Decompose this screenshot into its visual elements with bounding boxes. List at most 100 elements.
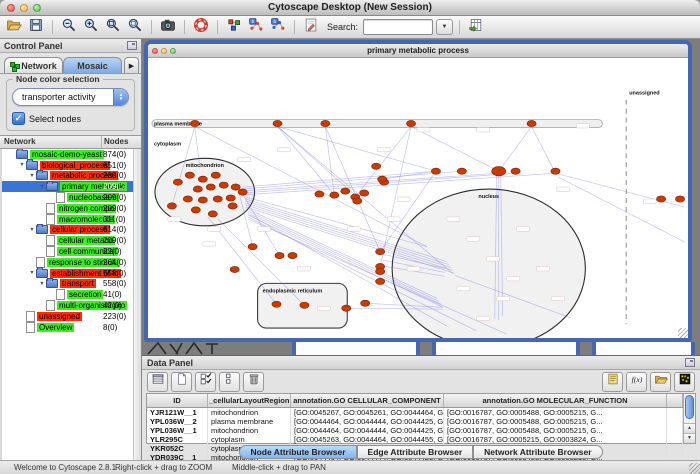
network-node[interactable] xyxy=(330,192,339,198)
tree-item-nucleobase-c[interactable]: nucleobase-c209(0) xyxy=(2,192,141,203)
network-node[interactable] xyxy=(361,300,370,306)
zoom-selected-button[interactable] xyxy=(125,18,145,36)
tree-item-overview[interactable]: Overview8(0) xyxy=(2,322,141,333)
tree-item-mosaic-demo-yeast[interactable]: mosaic-demo-yeast874(0) xyxy=(2,149,141,160)
network-node[interactable] xyxy=(288,252,297,258)
zoom-out-button[interactable] xyxy=(59,18,79,36)
scroll-down-arrow[interactable]: ▼ xyxy=(684,433,695,443)
tab-mosaic[interactable]: Mosaic xyxy=(63,57,122,73)
network-node[interactable] xyxy=(211,172,220,178)
tree-item-cellular-process[interactable]: ▼cellular process614(0) xyxy=(2,225,141,236)
matrix-button[interactable] xyxy=(674,372,695,392)
table-scrollbar[interactable]: ▲ ▼ xyxy=(683,394,695,443)
network-node[interactable] xyxy=(321,120,330,126)
network-node[interactable] xyxy=(657,196,666,202)
tree-item-multi-organism-pro[interactable]: multi-organism pro42(0) xyxy=(2,300,141,311)
column-header[interactable]: ID xyxy=(147,394,208,408)
network-window-titlebar[interactable]: primary metabolic process xyxy=(148,44,688,58)
zoom-in-button[interactable] xyxy=(81,18,101,36)
expand-arrow-icon[interactable]: ▼ xyxy=(38,184,46,190)
network-node[interactable] xyxy=(208,211,217,217)
network-node[interactable] xyxy=(226,195,235,201)
annotation-button[interactable] xyxy=(301,18,321,36)
network-node[interactable] xyxy=(275,252,284,258)
tree-item-cellular-metabo[interactable]: cellular metabo209(0) xyxy=(2,235,141,246)
search-input[interactable] xyxy=(363,19,433,35)
save-session-button[interactable] xyxy=(26,18,46,36)
notes-button[interactable] xyxy=(602,372,623,392)
tree-item-biological-process[interactable]: ▼biological_process651(0) xyxy=(2,160,141,171)
select-attributes-button[interactable] xyxy=(195,372,216,392)
help-button[interactable] xyxy=(191,18,211,36)
network-node[interactable] xyxy=(191,207,200,213)
background-window-fragment[interactable] xyxy=(432,342,580,355)
tab-edge-attribute-browser[interactable]: Edge Attribute Browser xyxy=(357,445,474,459)
network-node[interactable] xyxy=(492,166,506,175)
network-node[interactable] xyxy=(193,186,202,192)
tree-item-unassigned[interactable]: unassigned223(0) xyxy=(2,311,141,322)
layout-edges-button[interactable]: b xyxy=(268,18,288,36)
column-nodes[interactable]: Nodes xyxy=(102,136,141,148)
network-node[interactable] xyxy=(206,184,215,190)
tab-network[interactable]: Network xyxy=(4,57,63,73)
network-node[interactable] xyxy=(219,182,228,188)
network-node[interactable] xyxy=(228,203,237,209)
expand-arrow-icon[interactable]: ▼ xyxy=(18,162,26,168)
network-node[interactable] xyxy=(238,189,247,195)
scrollbar-thumb[interactable] xyxy=(685,395,694,419)
network-node[interactable] xyxy=(300,302,309,308)
tree-item-secretion[interactable]: secretion41(0) xyxy=(2,289,141,300)
unselect-attributes-button[interactable] xyxy=(219,372,240,392)
float-panel-icon[interactable] xyxy=(127,41,137,50)
expand-arrow-icon[interactable]: ▼ xyxy=(38,281,46,287)
network-node[interactable] xyxy=(213,196,222,202)
network-node[interactable] xyxy=(341,188,350,194)
scroll-up-arrow[interactable]: ▲ xyxy=(684,423,695,433)
tree-item-nitrogen-compo[interactable]: nitrogen compo209(0) xyxy=(2,203,141,214)
network-node[interactable] xyxy=(372,163,381,169)
snapshot-button[interactable] xyxy=(158,18,178,36)
tab-overflow-button[interactable]: ▶ xyxy=(124,57,139,73)
background-window-fragment[interactable] xyxy=(592,342,695,355)
network-node[interactable] xyxy=(675,196,684,202)
select-nodes-checkbox[interactable]: ✓ xyxy=(12,112,25,125)
app-resize-grip[interactable] xyxy=(689,463,700,474)
expand-arrow-icon[interactable]: ▼ xyxy=(28,270,36,276)
network-node[interactable] xyxy=(342,305,351,311)
expand-arrow-icon[interactable]: ▼ xyxy=(28,173,36,179)
network-node[interactable] xyxy=(231,184,240,190)
network-node[interactable] xyxy=(230,266,239,272)
network-node[interactable] xyxy=(457,168,466,174)
background-window-fragment[interactable] xyxy=(292,342,420,355)
network-node[interactable] xyxy=(183,196,192,202)
network-node[interactable] xyxy=(273,120,282,126)
zoom-fit-button[interactable] xyxy=(103,18,123,36)
tree-item-establishment-of-lo[interactable]: ▼establishment of lo558(0) xyxy=(2,268,141,279)
table-row[interactable]: YPL036W__2plasma membrane[GO:0044464, GO… xyxy=(147,417,683,426)
tree-item-transport[interactable]: ▼transport558(0) xyxy=(2,279,141,290)
window-resize-grip[interactable] xyxy=(678,328,688,338)
tree-item-metabolic-process[interactable]: ▼metabolic process280(0) xyxy=(2,171,141,182)
delete-attribute-button[interactable] xyxy=(243,372,264,392)
tree-item-macromolecule[interactable]: macromolecule311(0) xyxy=(2,214,141,225)
column-network[interactable]: Network xyxy=(0,136,102,148)
network-canvas[interactable]: plasma membranecytoplasmmitochondrionnuc… xyxy=(148,58,688,338)
network-node[interactable] xyxy=(406,120,415,126)
search-dropdown-button[interactable]: ▼ xyxy=(436,19,453,35)
column-header[interactable]: annotation.GO CELLULAR_COMPONENT xyxy=(291,394,444,408)
network-node[interactable] xyxy=(353,198,362,204)
network-node[interactable] xyxy=(248,244,257,250)
import-table-button[interactable] xyxy=(466,18,486,36)
function-builder-button[interactable]: f(x) xyxy=(626,372,647,392)
import-attributes-button[interactable] xyxy=(650,372,671,392)
column-header[interactable]: annotation.GO MOLECULAR_FUNCTION xyxy=(444,394,667,408)
tree-scrollbar[interactable] xyxy=(133,149,141,460)
column-header[interactable]: _cellularLayoutRegion xyxy=(208,394,291,408)
layout-nodes-button[interactable]: b xyxy=(246,18,266,36)
network-node[interactable] xyxy=(378,176,387,182)
network-node[interactable] xyxy=(360,190,369,196)
network-node[interactable] xyxy=(376,249,385,255)
network-node[interactable] xyxy=(272,301,281,307)
network-node[interactable] xyxy=(198,197,207,203)
tree-item-response-to-stimulu[interactable]: response to stimulu264(0) xyxy=(2,257,141,268)
